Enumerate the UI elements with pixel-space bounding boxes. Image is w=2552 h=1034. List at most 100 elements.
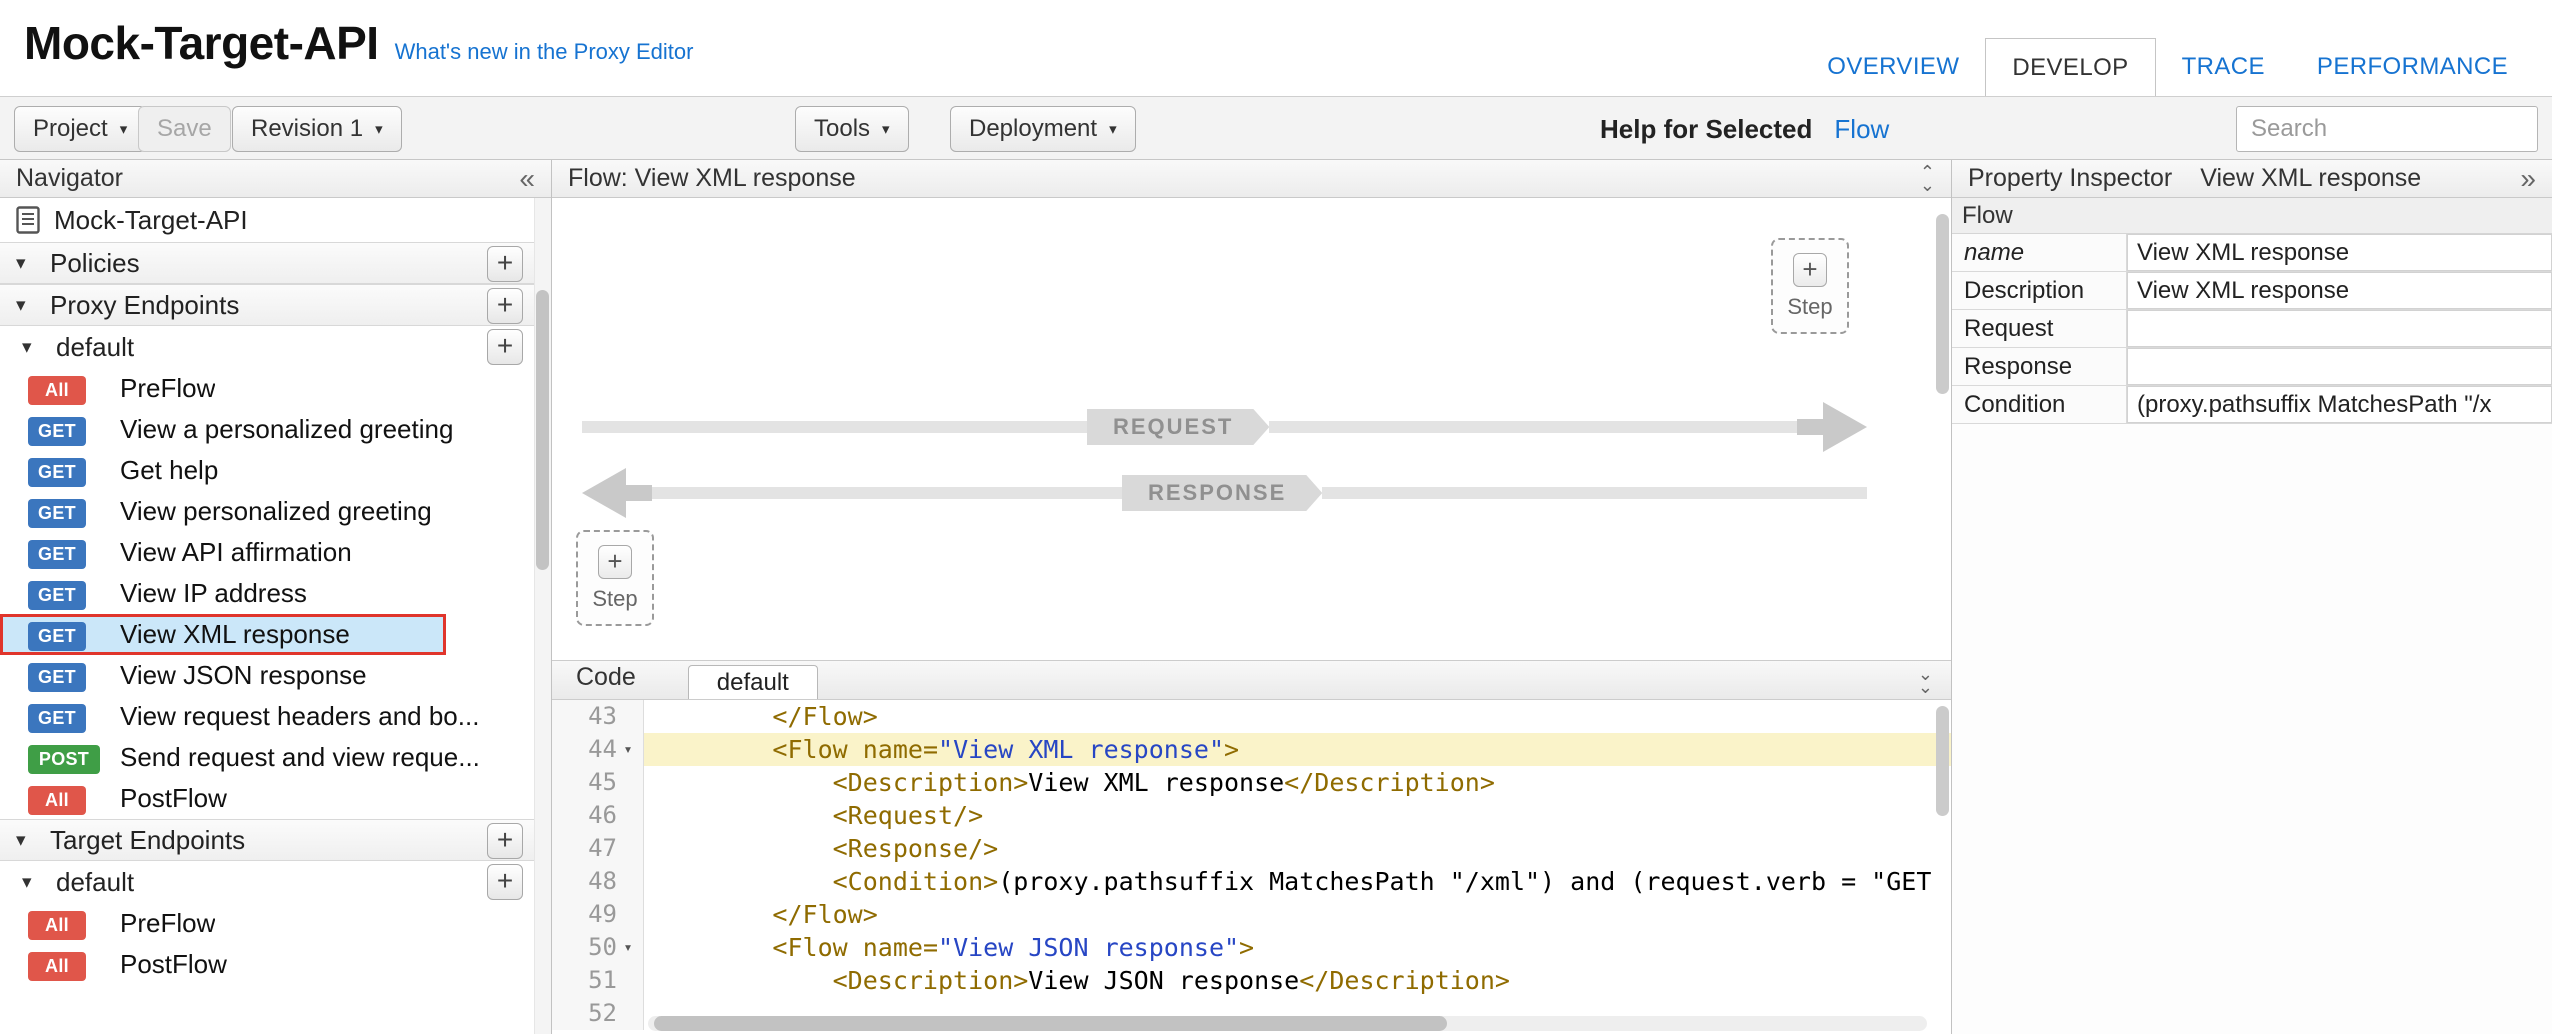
- collapse-flow-panel-icon[interactable]: ⌃ ⌄: [1920, 166, 1935, 192]
- tab-performance[interactable]: PERFORMANCE: [2291, 38, 2534, 96]
- flow-item[interactable]: GET View request headers and bo...: [0, 696, 551, 737]
- target-default-group[interactable]: ▾ default +: [0, 861, 551, 903]
- collapse-code-panel-icon[interactable]: ⌄ ⌄: [1918, 668, 1933, 694]
- fold-arrow-icon[interactable]: ▾: [617, 931, 639, 964]
- flow-item[interactable]: GETView a personalized greeting: [0, 409, 551, 450]
- add-target-endpoint-button[interactable]: +: [487, 823, 523, 859]
- code-hscrollbar-thumb[interactable]: [654, 1016, 1447, 1031]
- code-line[interactable]: 48 <Condition>(proxy.pathsuffix MatchesP…: [552, 865, 1951, 898]
- help-for-selected-label: Help for Selected: [1600, 114, 1812, 145]
- tools-dropdown-button[interactable]: Tools ▾: [795, 106, 909, 152]
- deployment-dropdown-button[interactable]: Deployment ▾: [950, 106, 1136, 152]
- expand-panel-icon[interactable]: »: [2520, 165, 2536, 193]
- code-token: [652, 867, 833, 896]
- flow-item[interactable]: AllPreFlow: [0, 368, 551, 409]
- add-proxy-endpoint-button[interactable]: +: [487, 288, 523, 324]
- code-line-text[interactable]: <Request/>: [644, 799, 1951, 832]
- add-step-button-request[interactable]: + Step: [576, 530, 654, 626]
- flow-item-label: View request headers and bo...: [120, 701, 479, 732]
- flow-scrollbar-thumb[interactable]: [1936, 214, 1949, 394]
- code-line-text[interactable]: <Description>View XML response</Descript…: [644, 766, 1951, 799]
- code-line[interactable]: 43 </Flow>: [552, 700, 1951, 733]
- flow-item[interactable]: GETView JSON response: [0, 655, 551, 696]
- method-badge-wrap: GET: [28, 536, 120, 569]
- add-proxy-flow-button[interactable]: +: [487, 329, 523, 365]
- code-line[interactable]: 45 <Description>View XML response</Descr…: [552, 766, 1951, 799]
- property-value-field[interactable]: [2127, 310, 2552, 347]
- code-tab-default[interactable]: default: [688, 665, 818, 699]
- code-line-text[interactable]: </Flow>: [644, 700, 1951, 733]
- code-token: [652, 768, 833, 797]
- method-badge-get: GET: [28, 704, 86, 733]
- help-flow-link[interactable]: Flow: [1834, 114, 1889, 145]
- fold-arrow-icon[interactable]: ▾: [617, 733, 639, 766]
- property-value-field[interactable]: (proxy.pathsuffix MatchesPath "/x: [2127, 386, 2552, 423]
- property-value-field[interactable]: View XML response: [2127, 272, 2552, 309]
- code-line-text[interactable]: <Flow name="View JSON response">: [644, 931, 1951, 964]
- response-flow-line: [1322, 487, 1867, 499]
- policies-section-header[interactable]: ▾ Policies +: [0, 242, 551, 284]
- line-number-gutter: 44▾: [552, 733, 644, 766]
- code-line[interactable]: 51 <Description>View JSON response</Desc…: [552, 964, 1951, 997]
- disclosure-triangle-icon[interactable]: ▾: [16, 294, 38, 317]
- code-line-text[interactable]: <Flow name="View XML response">: [644, 733, 1951, 766]
- line-number-gutter: 45: [552, 766, 644, 799]
- flow-item[interactable]: GETView IP address: [0, 573, 551, 614]
- add-step-button-response[interactable]: + Step: [1771, 238, 1849, 334]
- code-line[interactable]: 50▾ <Flow name="View JSON response">: [552, 931, 1951, 964]
- flow-item[interactable]: AllPostFlow: [0, 778, 551, 819]
- tab-overview[interactable]: OVERVIEW: [1801, 38, 1985, 96]
- save-button[interactable]: Save: [138, 106, 231, 152]
- tab-trace[interactable]: TRACE: [2156, 38, 2291, 96]
- target-endpoints-section-header[interactable]: ▾ Target Endpoints +: [0, 819, 551, 861]
- search-input[interactable]: [2236, 106, 2538, 152]
- code-line[interactable]: 46 <Request/>: [552, 799, 1951, 832]
- code-editor[interactable]: 43 </Flow>44▾ <Flow name="View XML respo…: [552, 700, 1951, 1034]
- property-label: Condition: [1952, 386, 2127, 423]
- disclosure-triangle-icon[interactable]: ▾: [16, 829, 38, 852]
- code-line[interactable]: 49 </Flow>: [552, 898, 1951, 931]
- flow-item-label: View API affirmation: [120, 537, 352, 568]
- code-token: <Request/>: [833, 801, 984, 830]
- flow-panel-title: Flow: View XML response: [568, 164, 856, 193]
- flow-item-label: Send request and view reque...: [120, 742, 480, 773]
- request-flow-line: [1269, 421, 1797, 433]
- flow-item[interactable]: GETView API affirmation: [0, 532, 551, 573]
- code-line-text[interactable]: </Flow>: [644, 898, 1951, 931]
- disclosure-triangle-icon[interactable]: ▾: [16, 252, 38, 275]
- project-dropdown-button[interactable]: Project ▾: [14, 106, 146, 152]
- disclosure-triangle-icon[interactable]: ▾: [22, 336, 44, 359]
- whats-new-link[interactable]: What's new in the Proxy Editor: [395, 39, 694, 65]
- code-line-text[interactable]: <Response/>: [644, 832, 1951, 865]
- navigator-scrollbar-thumb[interactable]: [536, 290, 549, 570]
- code-vscrollbar-thumb[interactable]: [1936, 706, 1949, 816]
- revision-dropdown-button[interactable]: Revision 1 ▾: [232, 106, 402, 152]
- code-line[interactable]: 44▾ <Flow name="View XML response">: [552, 733, 1951, 766]
- code-hscrollbar-track[interactable]: [648, 1016, 1927, 1031]
- code-token: >: [1239, 933, 1254, 962]
- navigator-scrollbar-track[interactable]: [534, 198, 551, 1034]
- property-inspector-subtitle: View XML response: [2200, 164, 2421, 193]
- flow-item[interactable]: GETGet help: [0, 450, 551, 491]
- property-value-field[interactable]: [2127, 348, 2552, 385]
- proxy-endpoints-section-header[interactable]: ▾ Proxy Endpoints +: [0, 284, 551, 326]
- api-proxy-root[interactable]: Mock-Target-API: [0, 198, 551, 242]
- flow-item[interactable]: POSTSend request and view reque...: [0, 737, 551, 778]
- help-for-selected: Help for Selected Flow: [1600, 97, 1889, 161]
- code-token: <Condition>: [833, 867, 999, 896]
- flow-item[interactable]: GETView XML response: [0, 614, 446, 655]
- collapse-panel-icon[interactable]: «: [519, 165, 535, 193]
- code-line[interactable]: 47 <Response/>: [552, 832, 1951, 865]
- flow-item[interactable]: GETView personalized greeting: [0, 491, 551, 532]
- code-line-text[interactable]: <Description>View JSON response</Descrip…: [644, 964, 1951, 997]
- tab-develop[interactable]: DEVELOP: [1985, 38, 2155, 96]
- property-value-field[interactable]: View XML response: [2127, 234, 2552, 271]
- flow-item[interactable]: AllPreFlow: [0, 903, 551, 944]
- flow-item[interactable]: AllPostFlow: [0, 944, 551, 985]
- disclosure-triangle-icon[interactable]: ▾: [22, 871, 44, 894]
- add-policy-button[interactable]: +: [487, 246, 523, 282]
- proxy-default-group[interactable]: ▾ default +: [0, 326, 551, 368]
- flow-item-label: View JSON response: [120, 660, 367, 691]
- add-target-flow-button[interactable]: +: [487, 864, 523, 900]
- code-line-text[interactable]: <Condition>(proxy.pathsuffix MatchesPath…: [644, 865, 1951, 898]
